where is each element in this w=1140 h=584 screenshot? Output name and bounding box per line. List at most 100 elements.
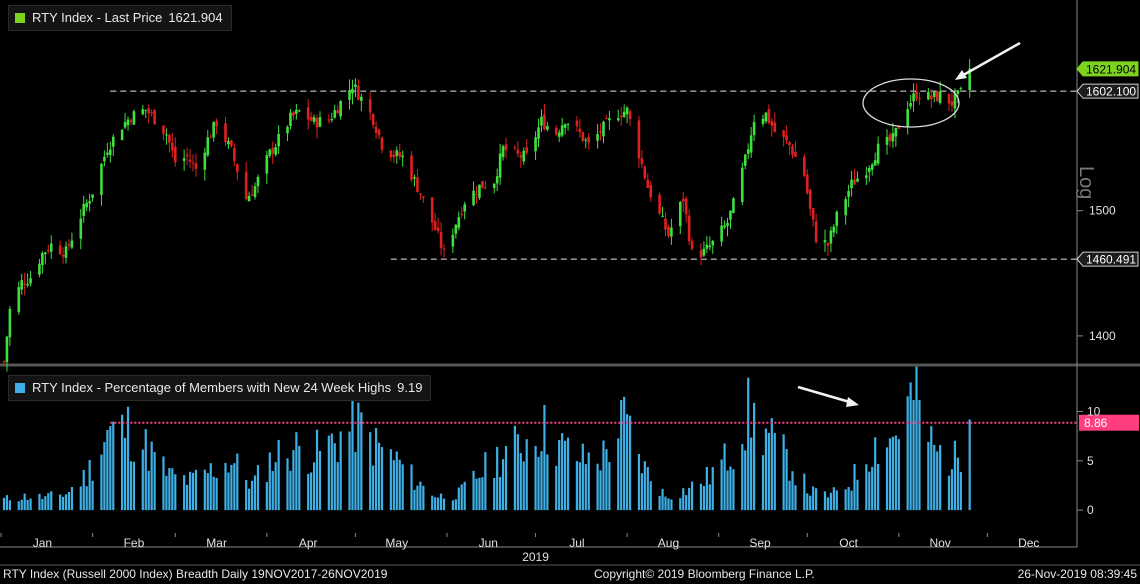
candle-body	[749, 135, 753, 153]
breadth-bar	[496, 446, 499, 511]
candle-body	[79, 218, 83, 239]
breadth-bar	[764, 428, 768, 511]
breadth-bar	[129, 461, 133, 511]
candle-body	[26, 283, 29, 286]
candle-body	[702, 248, 706, 256]
breadth-bar	[123, 437, 127, 511]
candle-body	[865, 175, 868, 179]
breadth-bar	[847, 487, 850, 511]
candle-body	[788, 142, 791, 146]
breadth-bar	[679, 498, 682, 511]
candle-body	[327, 119, 331, 121]
breadth-bar	[227, 472, 230, 511]
candle-body	[770, 121, 774, 126]
candle-body	[430, 197, 434, 223]
candle-body	[844, 199, 847, 216]
candle-body	[106, 152, 109, 155]
breadth-bar	[256, 465, 260, 511]
breadth-bar	[419, 481, 422, 511]
price-candles	[2, 59, 971, 372]
candle-body	[64, 246, 68, 258]
breadth-bar	[753, 402, 756, 511]
footer-timestamp: 26-Nov-2019 08:39:45	[1017, 567, 1137, 581]
breadth-bar	[286, 458, 289, 511]
breadth-bar	[203, 469, 206, 511]
breadth-bar	[253, 475, 257, 511]
candle-body	[460, 213, 464, 215]
breadth-bar	[369, 432, 372, 511]
breadth-bar	[575, 461, 579, 511]
breadth-bar	[688, 487, 691, 511]
breadth-bar	[8, 500, 12, 511]
candle-body	[814, 221, 818, 243]
breadth-bar	[670, 499, 673, 511]
breadth-bar	[336, 462, 339, 511]
month-tick-label: Jul	[569, 536, 584, 550]
candle-body	[44, 252, 47, 254]
candle-body	[740, 167, 744, 202]
candle-body	[58, 245, 62, 255]
candle-body	[374, 126, 378, 133]
candle-body	[782, 130, 785, 137]
price-tag-label: 1602.100	[1086, 85, 1136, 99]
breadth-bar	[504, 445, 508, 511]
chart-canvas: 140015001621.9041602.1001460.491 8.86 05…	[0, 0, 1140, 566]
candle-body	[398, 152, 402, 157]
candle-body	[46, 249, 50, 252]
candle-body	[153, 110, 156, 125]
breadth-bar	[212, 476, 215, 511]
price-legend-swatch	[15, 13, 25, 23]
breadth-bar	[637, 453, 641, 511]
price-tick-label: 1400	[1089, 329, 1116, 343]
candle-body	[250, 194, 254, 196]
candle-body	[377, 129, 381, 136]
candle-body	[560, 125, 564, 136]
candle-body	[315, 118, 319, 128]
candle-body	[215, 120, 218, 127]
breadth-bar	[682, 488, 685, 511]
candle-body	[929, 95, 933, 100]
breadth-bar	[398, 459, 401, 511]
breadth-bar	[357, 402, 360, 511]
price-axis: 1400 1500 1621.904 1602.100 1460.491	[1076, 61, 1139, 343]
candle-body	[478, 184, 481, 198]
breadth-bar	[360, 412, 363, 511]
candle-body	[401, 155, 404, 158]
breadth-bar	[395, 451, 398, 511]
price-legend-sep: -	[92, 10, 105, 25]
candle-body	[277, 134, 280, 147]
breadth-bar	[685, 495, 688, 511]
breadth-bar	[850, 490, 853, 511]
candle-body	[540, 116, 543, 126]
breadth-bar	[230, 464, 233, 511]
price-legend-value: 1621.904	[168, 10, 223, 25]
breadth-bar	[401, 464, 404, 511]
candle-body	[357, 85, 360, 100]
breadth-bar	[236, 453, 239, 511]
breadth-bar	[79, 486, 82, 511]
candle-body	[286, 126, 289, 134]
candle-body	[888, 134, 892, 141]
breadth-bar	[705, 466, 708, 511]
candle-body	[395, 150, 399, 156]
breadth-bar	[918, 400, 921, 511]
breadth-bar	[729, 466, 732, 511]
candle-body	[557, 132, 561, 137]
breadth-bar	[451, 500, 454, 511]
month-tick-label: Oct	[839, 536, 858, 550]
breadth-bar	[856, 479, 859, 511]
candle-body	[761, 118, 765, 124]
candle-body	[289, 112, 292, 126]
candle-body	[829, 230, 833, 244]
breadth-bar	[874, 437, 877, 511]
candle-body	[927, 92, 930, 100]
candle-body	[380, 137, 384, 150]
candle-body	[268, 149, 272, 156]
breadth-bar	[602, 440, 605, 511]
breadth-bar	[791, 471, 794, 511]
breadth-bar	[307, 473, 310, 511]
candle-body	[619, 115, 623, 118]
candle-body	[628, 111, 632, 120]
breadth-arrow	[797, 385, 854, 405]
breadth-bar	[106, 429, 109, 511]
